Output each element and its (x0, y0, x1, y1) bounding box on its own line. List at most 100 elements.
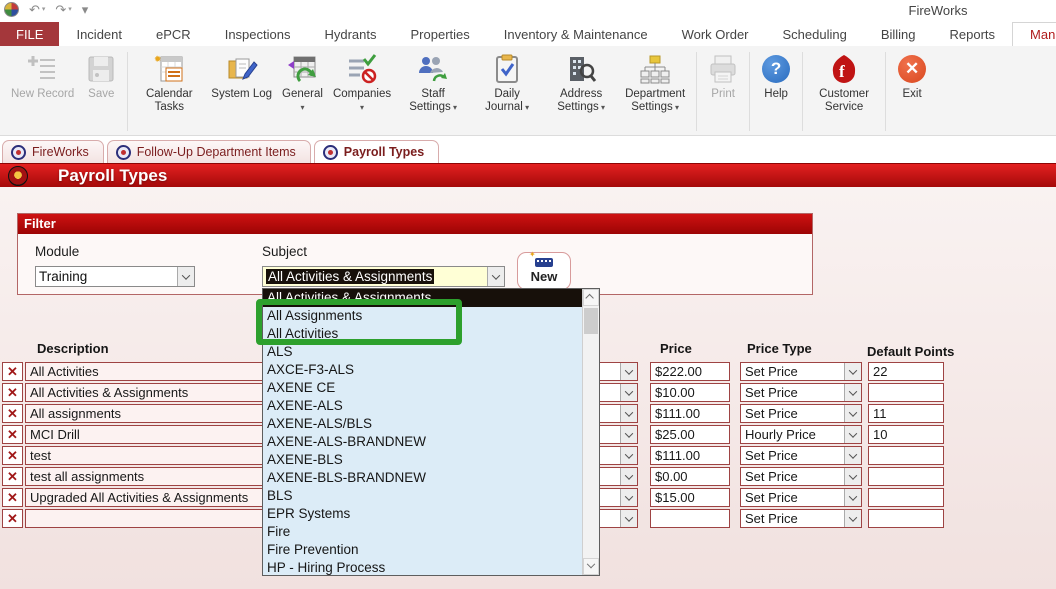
dropdown-option[interactable]: All Activities & Assignments (263, 289, 582, 307)
new-record-button[interactable]: New Record (6, 50, 79, 133)
general-button[interactable]: General (277, 50, 328, 133)
price-cell[interactable]: $15.00 (650, 488, 730, 507)
price-type-combobox[interactable]: Set Price (740, 404, 862, 423)
tab-properties[interactable]: Properties (394, 22, 487, 46)
price-type-dropdown-button[interactable] (844, 384, 861, 401)
system-log-button[interactable]: System Log (206, 50, 277, 133)
daily-journal-button[interactable]: Daily Journal (470, 50, 544, 133)
row-subject-dropdown-button[interactable] (620, 405, 637, 422)
module-dropdown-button[interactable] (177, 267, 194, 286)
default-points-cell[interactable]: 11 (868, 404, 944, 423)
help-button[interactable]: ? Help (754, 50, 798, 133)
exit-button[interactable]: ✕ Exit (890, 50, 934, 133)
price-cell[interactable] (650, 509, 730, 528)
default-points-cell[interactable] (868, 467, 944, 486)
price-type-dropdown-button[interactable] (844, 447, 861, 464)
dropdown-option[interactable]: AXENE-ALS (263, 397, 582, 415)
delete-row-button[interactable]: ✕ (2, 509, 23, 528)
default-points-cell[interactable] (868, 446, 944, 465)
dropdown-option[interactable]: HP - Hiring Process (263, 559, 582, 575)
delete-row-button[interactable]: ✕ (2, 425, 23, 444)
row-subject-dropdown-button[interactable] (620, 426, 637, 443)
price-type-dropdown-button[interactable] (844, 468, 861, 485)
tab-inventory-maintenance[interactable]: Inventory & Maintenance (487, 22, 665, 46)
tab-scheduling[interactable]: Scheduling (766, 22, 864, 46)
dropdown-option[interactable]: Fire Prevention (263, 541, 582, 559)
delete-row-button[interactable]: ✕ (2, 446, 23, 465)
scrollbar-thumb[interactable] (584, 308, 598, 334)
row-subject-dropdown-button[interactable] (620, 489, 637, 506)
delete-row-button[interactable]: ✕ (2, 404, 23, 423)
dropdown-option[interactable]: Fire (263, 523, 582, 541)
tab-incident[interactable]: Incident (59, 22, 139, 46)
delete-row-button[interactable]: ✕ (2, 467, 23, 486)
scroll-down-button[interactable] (583, 558, 599, 575)
customer-service-button[interactable]: f Customer Service (807, 50, 881, 133)
save-button[interactable]: Save (79, 50, 123, 133)
new-payroll-type-button[interactable]: New (517, 252, 571, 290)
doc-tab-fireworks[interactable]: FireWorks (2, 140, 104, 163)
dropdown-option[interactable]: All Assignments (263, 307, 582, 325)
row-subject-dropdown-button[interactable] (620, 384, 637, 401)
subject-combobox[interactable]: All Activities & Assignments (262, 266, 505, 287)
price-type-combobox[interactable]: Hourly Price (740, 425, 862, 444)
customize-quick-access-icon[interactable]: ▾ (82, 3, 89, 17)
dropdown-option[interactable]: AXCE-F3-ALS (263, 361, 582, 379)
undo-button[interactable]: ↶ ▾ (29, 3, 45, 17)
dropdown-option[interactable]: AXENE-BLS (263, 451, 582, 469)
price-type-dropdown-button[interactable] (844, 510, 861, 527)
delete-row-button[interactable]: ✕ (2, 488, 23, 507)
dropdown-scrollbar[interactable] (582, 289, 599, 575)
row-subject-dropdown-button[interactable] (620, 447, 637, 464)
price-cell[interactable]: $25.00 (650, 425, 730, 444)
tab-hydrants[interactable]: Hydrants (307, 22, 393, 46)
dropdown-option[interactable]: AXENE-BLS-BRANDNEW (263, 469, 582, 487)
tab-reports[interactable]: Reports (933, 22, 1013, 46)
dropdown-option[interactable]: EPR Systems (263, 505, 582, 523)
redo-button[interactable]: ↷ ▾ (55, 3, 71, 17)
price-type-dropdown-button[interactable] (844, 489, 861, 506)
delete-row-button[interactable]: ✕ (2, 362, 23, 381)
tab-inspections[interactable]: Inspections (208, 22, 308, 46)
dropdown-option[interactable]: All Activities (263, 325, 582, 343)
row-subject-dropdown-button[interactable] (620, 363, 637, 380)
companies-button[interactable]: Companies (328, 50, 396, 133)
doc-tab-payroll-types[interactable]: Payroll Types (314, 140, 439, 163)
default-points-cell[interactable] (868, 488, 944, 507)
price-type-combobox[interactable]: Set Price (740, 488, 862, 507)
tab-file[interactable]: FILE (0, 22, 59, 46)
price-cell[interactable]: $111.00 (650, 446, 730, 465)
tab-management[interactable]: Management (1012, 22, 1056, 46)
calendar-tasks-button[interactable]: ✹ Calendar Tasks (132, 50, 206, 133)
price-type-combobox[interactable]: Set Price (740, 362, 862, 381)
row-subject-dropdown-button[interactable] (620, 510, 637, 527)
price-type-dropdown-button[interactable] (844, 363, 861, 380)
price-cell[interactable]: $111.00 (650, 404, 730, 423)
price-type-dropdown-button[interactable] (844, 405, 861, 422)
module-combobox[interactable]: Training (35, 266, 195, 287)
subject-dropdown-button[interactable] (487, 267, 504, 286)
default-points-cell[interactable]: 22 (868, 362, 944, 381)
tab-billing[interactable]: Billing (864, 22, 933, 46)
price-type-combobox[interactable]: Set Price (740, 509, 862, 528)
dropdown-option[interactable]: BLS (263, 487, 582, 505)
default-points-cell[interactable] (868, 383, 944, 402)
dropdown-option[interactable]: AXENE-ALS/BLS (263, 415, 582, 433)
doc-tab-follow-up-department-items[interactable]: Follow-Up Department Items (107, 140, 311, 163)
staff-settings-button[interactable]: Staff Settings (396, 50, 470, 133)
price-type-combobox[interactable]: Set Price (740, 446, 862, 465)
scroll-up-button[interactable] (583, 289, 599, 306)
department-settings-button[interactable]: Department Settings (618, 50, 692, 133)
price-type-dropdown-button[interactable] (844, 426, 861, 443)
address-settings-button[interactable]: Address Settings (544, 50, 618, 133)
price-cell[interactable]: $10.00 (650, 383, 730, 402)
tab-epcr[interactable]: ePCR (139, 22, 208, 46)
print-button[interactable]: Print (701, 50, 745, 133)
default-points-cell[interactable]: 10 (868, 425, 944, 444)
default-points-cell[interactable] (868, 509, 944, 528)
dropdown-option[interactable]: ALS (263, 343, 582, 361)
tab-work-order[interactable]: Work Order (665, 22, 766, 46)
price-type-combobox[interactable]: Set Price (740, 383, 862, 402)
price-cell[interactable]: $222.00 (650, 362, 730, 381)
price-type-combobox[interactable]: Set Price (740, 467, 862, 486)
